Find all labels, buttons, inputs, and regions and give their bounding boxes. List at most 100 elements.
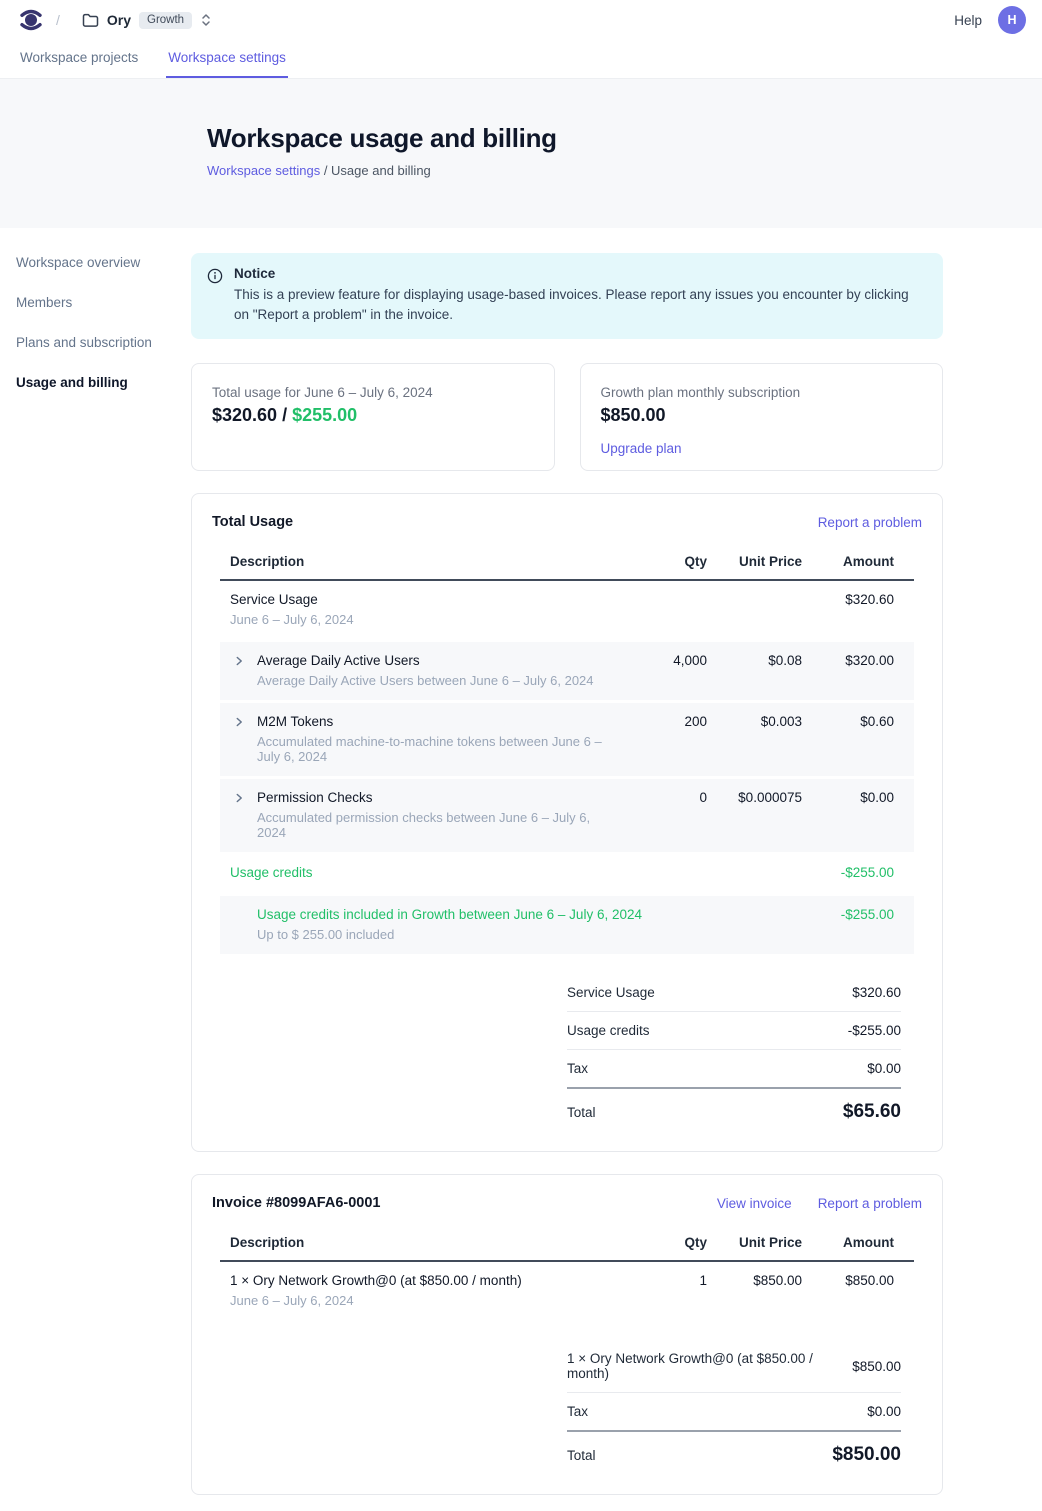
ory-logo-icon[interactable] [18, 7, 44, 33]
total-usage-panel: Total Usage Report a problem Description… [191, 493, 943, 1152]
header-unit-price: Unit Price [707, 554, 802, 569]
usage-table: Description Qty Unit Price Amount Servic… [220, 546, 914, 954]
chevron-right-icon[interactable] [230, 716, 248, 728]
settings-sidebar: Workspace overview Members Plans and sub… [0, 228, 191, 1511]
row-subtitle: Up to $ 255.00 included [257, 927, 802, 942]
row-qty: 200 [617, 714, 707, 729]
header-qty: Qty [617, 1235, 707, 1250]
header-unit-price: Unit Price [707, 1235, 802, 1250]
row-unit-price: $0.003 [707, 714, 802, 729]
top-bar: / Ory Growth Help H [0, 0, 1042, 40]
row-subtitle: Accumulated machine-to-machine tokens be… [257, 734, 617, 764]
row-title: 1 × Ory Network Growth@0 (at $850.00 / m… [230, 1273, 617, 1288]
help-button[interactable]: Help [954, 13, 982, 28]
summary-row: Service Usage $320.60 [567, 974, 901, 1012]
tab-workspace-projects[interactable]: Workspace projects [18, 40, 140, 78]
sidebar-item-workspace-overview[interactable]: Workspace overview [16, 255, 191, 270]
total-usage-value: $320.60 / $255.00 [212, 405, 534, 426]
chevron-right-icon[interactable] [230, 792, 248, 804]
row-unit-price: $850.00 [707, 1273, 802, 1288]
total-usage-card: Total usage for June 6 – July 6, 2024 $3… [191, 363, 555, 471]
row-qty: 0 [617, 790, 707, 805]
notice-title: Notice [234, 266, 924, 281]
workspace-plan-badge: Growth [139, 12, 192, 29]
tab-workspace-settings[interactable]: Workspace settings [166, 40, 288, 78]
row-title: Permission Checks [257, 790, 617, 805]
table-row: M2M Tokens Accumulated machine-to-machin… [220, 703, 914, 776]
row-subtitle: June 6 – July 6, 2024 [230, 1293, 617, 1308]
header-description: Description [230, 1235, 617, 1250]
page-header: Workspace usage and billing Workspace se… [0, 79, 1042, 228]
table-row: Service Usage June 6 – July 6, 2024 $320… [220, 581, 914, 639]
invoice-table: Description Qty Unit Price Amount 1 × Or… [220, 1227, 914, 1320]
header-amount: Amount [802, 1235, 894, 1250]
folder-icon [82, 13, 99, 28]
chevron-right-icon[interactable] [230, 655, 248, 667]
info-icon [207, 268, 223, 324]
usage-table-header: Description Qty Unit Price Amount [220, 546, 914, 581]
plan-amount: $850.00 [601, 405, 923, 426]
row-subtitle: June 6 – July 6, 2024 [230, 612, 617, 627]
table-row: 1 × Ory Network Growth@0 (at $850.00 / m… [220, 1262, 914, 1320]
notice-banner: Notice This is a preview feature for dis… [191, 253, 943, 339]
view-invoice-link[interactable]: View invoice [717, 1196, 792, 1211]
usage-credit-value: $255.00 [292, 405, 357, 425]
page-title: Workspace usage and billing [207, 123, 1042, 154]
row-subtitle: Average Daily Active Users between June … [257, 673, 594, 688]
summary-row: 1 × Ory Network Growth@0 (at $850.00 / m… [567, 1340, 901, 1393]
table-row: Usage credits -$255.00 [220, 852, 914, 893]
header-description: Description [230, 554, 617, 569]
summary-row: Tax $0.00 [567, 1050, 901, 1089]
row-title: Usage credits included in Growth between… [257, 907, 802, 922]
breadcrumb-settings-link[interactable]: Workspace settings [207, 163, 320, 178]
workspace-name[interactable]: Ory [107, 12, 131, 28]
invoice-panel: Invoice #8099AFA6-0001 View invoice Repo… [191, 1174, 943, 1495]
row-amount: $320.60 [802, 592, 894, 607]
breadcrumb-separator: / [56, 12, 60, 28]
usage-panel-title: Total Usage [212, 514, 293, 530]
total-usage-label: Total usage for June 6 – July 6, 2024 [212, 385, 534, 400]
sidebar-item-usage-billing[interactable]: Usage and billing [16, 375, 191, 390]
row-amount: $320.00 [802, 653, 894, 668]
table-row: Average Daily Active Users Average Daily… [220, 642, 914, 700]
breadcrumb-current: / Usage and billing [320, 163, 431, 178]
row-subtitle: Accumulated permission checks between Ju… [257, 810, 617, 840]
notice-body: This is a preview feature for displaying… [234, 285, 924, 324]
row-amount: -$255.00 [802, 865, 894, 880]
row-qty: 4,000 [617, 653, 707, 668]
header-amount: Amount [802, 554, 894, 569]
header-qty: Qty [617, 554, 707, 569]
table-row: Permission Checks Accumulated permission… [220, 779, 914, 852]
plan-label: Growth plan monthly subscription [601, 385, 923, 400]
row-unit-price: $0.08 [707, 653, 802, 668]
workspace-switcher-icon[interactable] [200, 13, 212, 27]
invoice-summary: 1 × Ory Network Growth@0 (at $850.00 / m… [567, 1340, 901, 1470]
row-title: M2M Tokens [257, 714, 617, 729]
upgrade-plan-link[interactable]: Upgrade plan [601, 441, 682, 456]
summary-total-row: Total $850.00 [567, 1432, 901, 1470]
invoice-panel-title: Invoice #8099AFA6-0001 [212, 1195, 380, 1211]
row-title: Service Usage [230, 592, 617, 607]
row-amount: $0.60 [802, 714, 894, 729]
summary-total-row: Total $65.60 [567, 1089, 901, 1127]
summary-row: Usage credits -$255.00 [567, 1012, 901, 1050]
row-qty: 1 [617, 1273, 707, 1288]
sidebar-item-members[interactable]: Members [16, 295, 191, 310]
workspace-tabs: Workspace projects Workspace settings [0, 40, 1042, 79]
plan-subscription-card: Growth plan monthly subscription $850.00… [580, 363, 944, 471]
table-row: Usage credits included in Growth between… [220, 896, 914, 954]
row-unit-price: $0.000075 [707, 790, 802, 805]
row-amount: -$255.00 [802, 907, 894, 922]
summary-row: Tax $0.00 [567, 1393, 901, 1432]
report-problem-link[interactable]: Report a problem [818, 1196, 922, 1211]
row-title: Average Daily Active Users [257, 653, 594, 668]
sidebar-item-plans-subscription[interactable]: Plans and subscription [16, 335, 191, 350]
report-problem-link[interactable]: Report a problem [818, 515, 922, 530]
invoice-table-header: Description Qty Unit Price Amount [220, 1227, 914, 1262]
row-title: Usage credits [230, 865, 802, 880]
breadcrumb: Workspace settings / Usage and billing [207, 163, 1042, 178]
avatar[interactable]: H [998, 6, 1026, 34]
row-amount: $0.00 [802, 790, 894, 805]
usage-summary: Service Usage $320.60 Usage credits -$25… [567, 974, 901, 1127]
row-amount: $850.00 [802, 1273, 894, 1288]
